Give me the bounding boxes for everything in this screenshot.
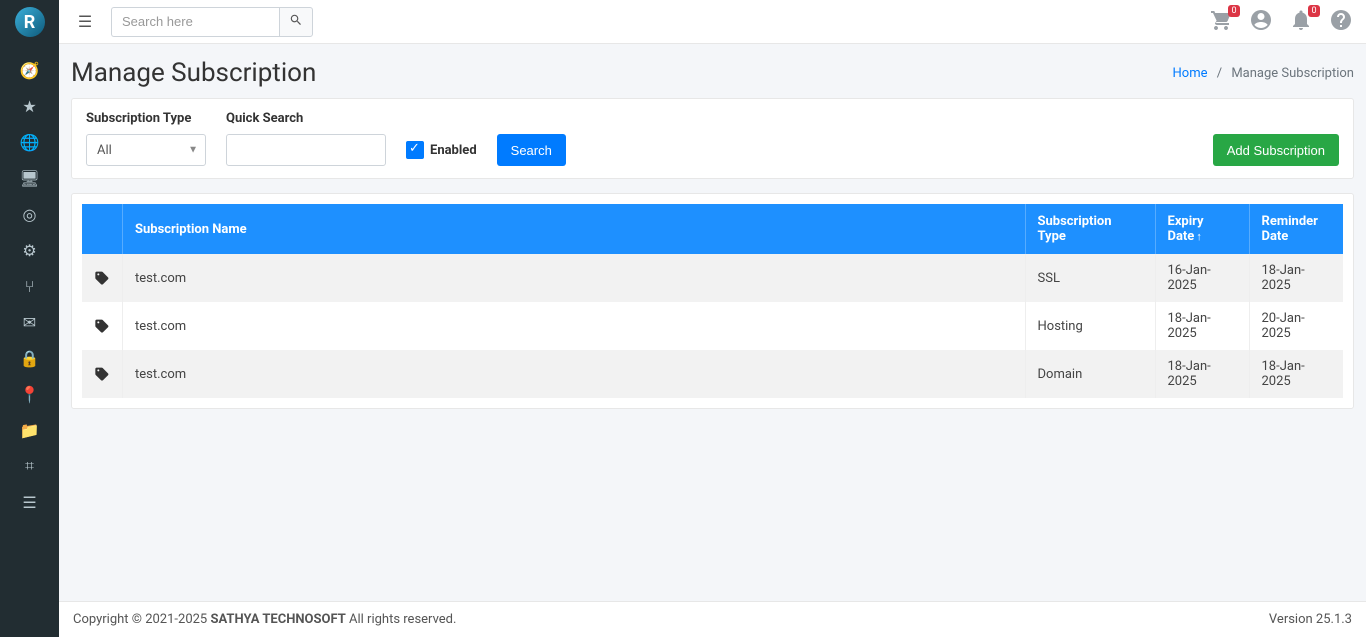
row-type: Domain: [1025, 350, 1155, 398]
sidebar-item-dashboard[interactable]: 🧭: [0, 52, 59, 88]
logo-text: R: [15, 7, 45, 37]
col-name[interactable]: Subscription Name: [123, 204, 1026, 254]
gear-icon: ⚙: [22, 241, 36, 260]
row-reminder: 18-Jan-2025: [1249, 254, 1343, 302]
sidebar-item-list[interactable]: ☰: [0, 484, 59, 520]
filter-card: Subscription Type All ▼ Quick Search Ena…: [71, 98, 1354, 179]
quick-search-label: Quick Search: [226, 111, 386, 126]
footer-copyright-suffix: All rights reserved.: [346, 612, 457, 627]
monitor-icon: 🖥: [19, 169, 39, 188]
sidebar-item-location[interactable]: 📍: [0, 376, 59, 412]
global-search: [111, 7, 313, 37]
row-expiry: 18-Jan-2025: [1155, 302, 1249, 350]
row-type: Hosting: [1025, 302, 1155, 350]
quick-search-input[interactable]: [226, 134, 386, 166]
breadcrumb-home[interactable]: Home: [1173, 66, 1208, 81]
help-icon: [1329, 8, 1353, 36]
sidebar: R 🧭 ★ 🌐 🖥 ◎ ⚙ ⑂ ✉ 🔒 📍 📁 ⌗ ☰: [0, 0, 59, 637]
pin-icon: 📍: [20, 385, 40, 404]
sidebar-item-favorites[interactable]: ★: [0, 88, 59, 124]
compass-icon: ◎: [23, 205, 37, 224]
sidebar-item-files[interactable]: 📁: [0, 412, 59, 448]
tag-icon: [82, 350, 123, 398]
col-expiry[interactable]: Expiry Date↑: [1155, 204, 1249, 254]
breadcrumb-current: Manage Subscription: [1231, 66, 1354, 81]
row-expiry: 18-Jan-2025: [1155, 350, 1249, 398]
tag-icon: [82, 302, 123, 350]
col-reminder[interactable]: Reminder Date: [1249, 204, 1343, 254]
search-button[interactable]: Search: [497, 134, 566, 166]
row-expiry: 16-Jan-2025: [1155, 254, 1249, 302]
content-header: Manage Subscription Home / Manage Subscr…: [59, 44, 1366, 98]
user-icon: [1249, 8, 1273, 36]
footer-brand: SATHYA TECHNOSOFT: [210, 612, 345, 627]
sidebar-item-network[interactable]: ⑂: [0, 268, 59, 304]
top-nav: ☰ 0: [59, 0, 1366, 44]
row-name: test.com: [123, 302, 1026, 350]
cart-badge: 0: [1228, 5, 1240, 17]
table-row[interactable]: test.comSSL16-Jan-202518-Jan-2025: [82, 254, 1343, 302]
search-icon: [289, 13, 303, 30]
row-type: SSL: [1025, 254, 1155, 302]
sidebar-item-settings[interactable]: ⚙: [0, 232, 59, 268]
row-reminder: 20-Jan-2025: [1249, 302, 1343, 350]
globe-icon: 🌐: [20, 133, 40, 152]
global-search-button[interactable]: [279, 7, 313, 37]
breadcrumb-separator: /: [1217, 66, 1222, 81]
sidebar-nav: 🧭 ★ 🌐 🖥 ◎ ⚙ ⑂ ✉ 🔒 📍 📁 ⌗ ☰: [0, 44, 59, 520]
subscriptions-table-card: Subscription Name Subscription Type Expi…: [71, 193, 1354, 409]
menu-toggle-button[interactable]: ☰: [71, 8, 99, 36]
enabled-checkbox[interactable]: [406, 141, 424, 159]
star-icon: ★: [22, 97, 36, 116]
sidebar-item-hosting[interactable]: 🖥: [0, 160, 59, 196]
add-subscription-button[interactable]: Add Subscription: [1213, 134, 1339, 166]
branch-icon: ⑂: [25, 277, 35, 296]
sidebar-item-services[interactable]: ◎: [0, 196, 59, 232]
footer: Copyright © 2021-2025 SATHYA TECHNOSOFT …: [59, 601, 1366, 637]
footer-copyright-prefix: Copyright © 2021-2025: [73, 612, 210, 627]
sidebar-item-mail[interactable]: ✉: [0, 304, 59, 340]
app-logo[interactable]: R: [0, 0, 59, 44]
list-icon: ☰: [22, 493, 36, 512]
table-row[interactable]: test.comHosting18-Jan-202520-Jan-2025: [82, 302, 1343, 350]
sidebar-item-ssl[interactable]: 🔒: [0, 340, 59, 376]
tag-icon: [82, 254, 123, 302]
folder-icon: 📁: [20, 421, 40, 440]
row-name: test.com: [123, 254, 1026, 302]
mail-icon: ✉: [23, 313, 36, 332]
table-row[interactable]: test.comDomain18-Jan-202518-Jan-2025: [82, 350, 1343, 398]
global-search-input[interactable]: [111, 7, 279, 37]
chevron-down-icon: ▼: [188, 145, 198, 156]
lock-icon: 🔒: [20, 349, 40, 368]
row-name: test.com: [123, 350, 1026, 398]
user-button[interactable]: [1248, 9, 1274, 35]
subscription-type-label: Subscription Type: [86, 111, 206, 126]
subscriptions-table: Subscription Name Subscription Type Expi…: [82, 204, 1343, 398]
gauge-icon: 🧭: [20, 61, 40, 80]
enabled-label: Enabled: [430, 143, 477, 158]
subscription-type-select[interactable]: All ▼: [86, 134, 206, 166]
breadcrumb: Home / Manage Subscription: [1173, 66, 1355, 81]
notifications-badge: 0: [1308, 5, 1320, 17]
col-type[interactable]: Subscription Type: [1025, 204, 1155, 254]
sitemap-icon: ⌗: [25, 456, 34, 476]
sidebar-item-sitemap[interactable]: ⌗: [0, 448, 59, 484]
cart-button[interactable]: 0: [1208, 9, 1234, 35]
bars-icon: ☰: [78, 12, 92, 31]
sort-asc-icon: ↑: [1196, 230, 1202, 243]
col-tag: [82, 204, 123, 254]
sidebar-item-domains[interactable]: 🌐: [0, 124, 59, 160]
help-button[interactable]: [1328, 9, 1354, 35]
notifications-button[interactable]: 0: [1288, 9, 1314, 35]
page-title: Manage Subscription: [71, 58, 316, 88]
row-reminder: 18-Jan-2025: [1249, 350, 1343, 398]
footer-version: Version 25.1.3: [1269, 612, 1352, 627]
